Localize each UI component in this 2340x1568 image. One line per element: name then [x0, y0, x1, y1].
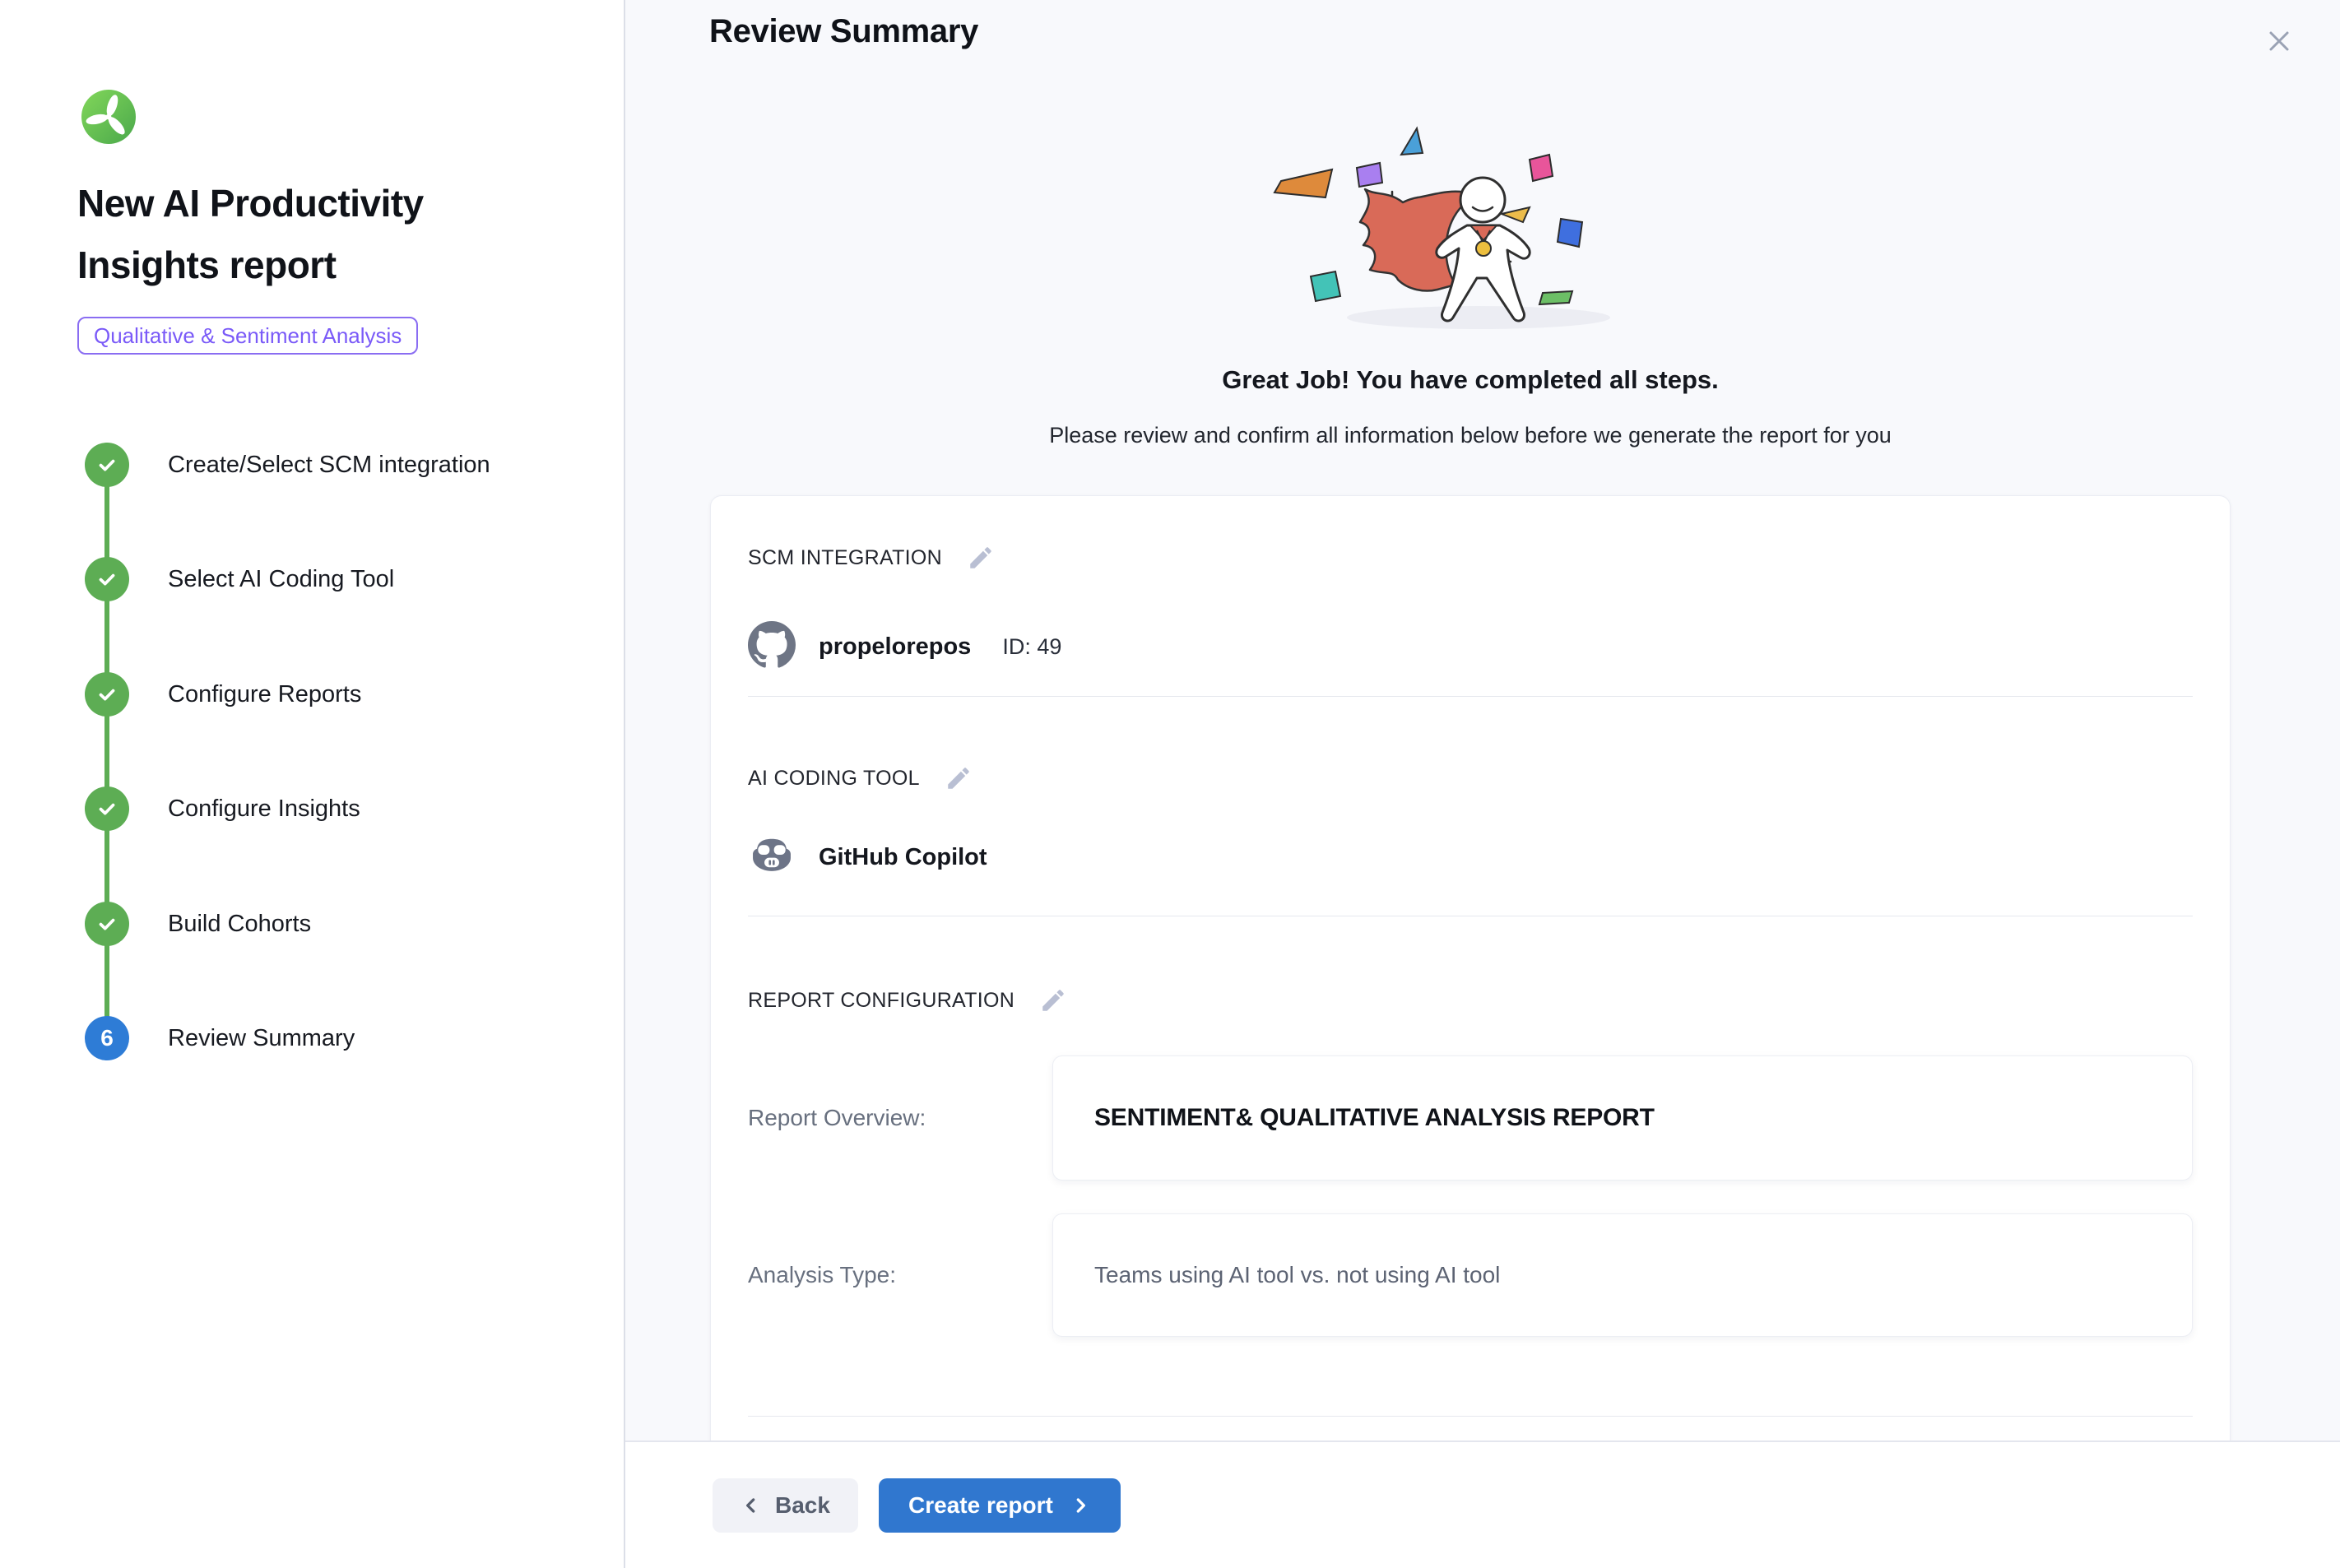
step-connector-line — [104, 465, 109, 1039]
step-label: Select AI Coding Tool — [168, 566, 394, 593]
step-number-badge: 6 — [85, 1016, 129, 1060]
wizard-title: New AI Productivity Insights report — [77, 173, 555, 296]
edit-ai-coding-tool-button[interactable] — [945, 764, 973, 792]
check-icon — [85, 902, 129, 946]
report-overview-row: Report Overview: SENTIMENT& QUALITATIVE … — [748, 1055, 2193, 1181]
step-configure-reports[interactable]: Configure Reports — [85, 672, 361, 717]
step-select-ai-coding-tool[interactable]: Select AI Coding Tool — [85, 557, 394, 601]
scm-integration-value-row: propelorepos ID: 49 — [748, 621, 1061, 673]
check-icon — [85, 672, 129, 717]
chevron-right-icon — [1070, 1495, 1091, 1516]
analysis-type-value: Teams using AI tool vs. not using AI too… — [1094, 1262, 1500, 1288]
analysis-type-badge: Qualitative & Sentiment Analysis — [77, 317, 418, 355]
scm-integration-name: propelorepos — [819, 633, 971, 661]
propeller-icon — [81, 89, 137, 145]
chevron-left-icon — [741, 1495, 762, 1516]
analysis-type-label: Analysis Type: — [748, 1262, 1052, 1288]
summary-card: SCM INTEGRATION propelorepos ID: 49 AI C… — [710, 495, 2231, 1440]
step-label: Configure Reports — [168, 681, 361, 708]
step-create-select-scm-integration[interactable]: Create/Select SCM integration — [85, 443, 490, 487]
step-review-summary[interactable]: 6 Review Summary — [85, 1016, 355, 1060]
step-build-cohorts[interactable]: Build Cohorts — [85, 902, 311, 946]
back-button-label: Back — [775, 1492, 830, 1519]
ai-coding-tool-heading: AI CODING TOOL — [748, 767, 920, 791]
wizard-sidebar: New AI Productivity Insights report Qual… — [0, 0, 625, 1568]
scm-integration-id: ID: 49 — [1002, 634, 1061, 660]
report-configuration-heading: REPORT CONFIGURATION — [748, 989, 1014, 1013]
create-report-button[interactable]: Create report — [879, 1478, 1121, 1533]
check-icon — [85, 443, 129, 487]
report-overview-value: SENTIMENT& QUALITATIVE ANALYSIS REPORT — [1094, 1104, 1655, 1132]
report-configuration-section-header: REPORT CONFIGURATION — [748, 986, 1067, 1014]
edit-report-configuration-button[interactable] — [1039, 986, 1067, 1014]
step-configure-insights[interactable]: Configure Insights — [85, 786, 360, 831]
analysis-type-value-box: Teams using AI tool vs. not using AI too… — [1052, 1213, 2193, 1337]
report-overview-value-box: SENTIMENT& QUALITATIVE ANALYSIS REPORT — [1052, 1055, 2193, 1181]
congrats-subtitle: Please review and confirm all informatio… — [710, 423, 2231, 448]
step-label: Configure Insights — [168, 796, 360, 823]
celebration-illustration — [710, 105, 2231, 348]
github-copilot-icon — [748, 832, 796, 884]
back-button[interactable]: Back — [713, 1478, 858, 1533]
close-icon[interactable] — [2259, 21, 2299, 61]
ai-coding-tool-value-row: GitHub Copilot — [748, 832, 987, 884]
analysis-type-row: Analysis Type: Teams using AI tool vs. n… — [748, 1213, 2193, 1337]
edit-scm-integration-button[interactable] — [967, 544, 995, 572]
ai-coding-tool-name: GitHub Copilot — [819, 844, 987, 871]
create-report-button-label: Create report — [908, 1492, 1053, 1519]
step-label: Review Summary — [168, 1025, 355, 1052]
github-icon — [748, 621, 796, 673]
review-summary-panel: Review Summary — [625, 0, 2340, 1440]
section-divider — [748, 696, 2193, 697]
step-label: Build Cohorts — [168, 911, 311, 938]
wizard-footer: Back Create report — [625, 1440, 2340, 1568]
page-title: Review Summary — [709, 13, 978, 50]
congrats-title: Great Job! You have completed all steps. — [710, 365, 2231, 395]
check-icon — [85, 786, 129, 831]
step-label: Create/Select SCM integration — [168, 452, 490, 479]
scm-integration-section-header: SCM INTEGRATION — [748, 544, 995, 572]
wizard-steps: Create/Select SCM integration Select AI … — [85, 443, 595, 1068]
section-divider — [748, 1416, 2193, 1417]
check-icon — [85, 557, 129, 601]
report-overview-label: Report Overview: — [748, 1105, 1052, 1131]
ai-coding-tool-section-header: AI CODING TOOL — [748, 764, 973, 792]
scm-integration-heading: SCM INTEGRATION — [748, 546, 942, 570]
